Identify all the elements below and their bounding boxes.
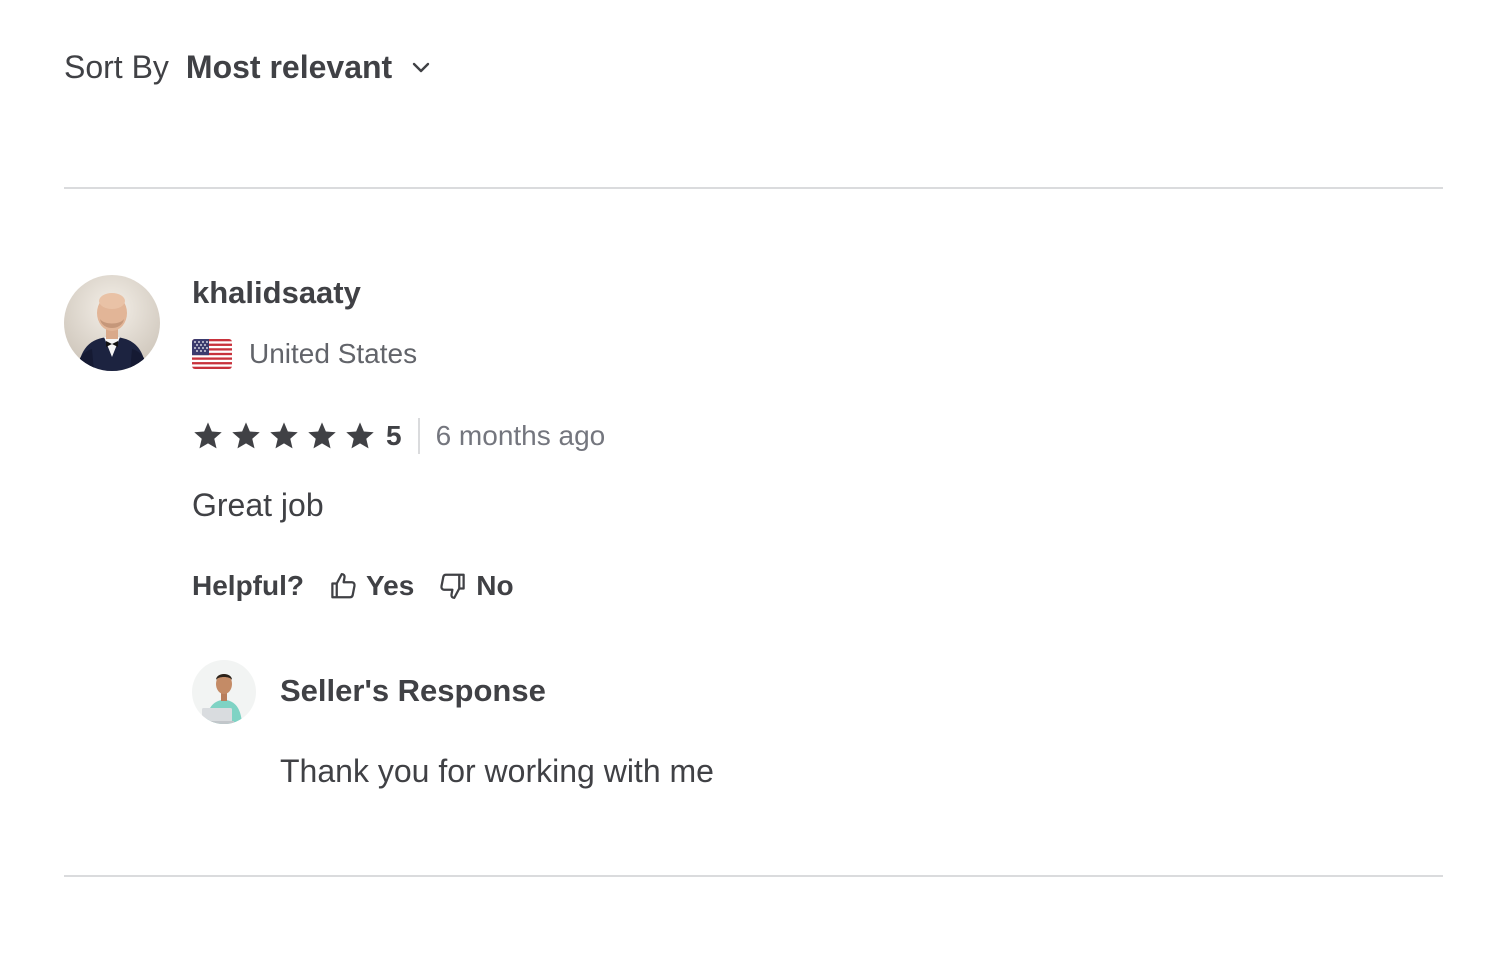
- divider: [64, 187, 1443, 189]
- helpful-no-button[interactable]: No: [438, 570, 514, 602]
- seller-avatar[interactable]: [192, 660, 256, 724]
- sort-label: Sort By: [64, 48, 169, 85]
- star-icon: [232, 422, 260, 449]
- thumbs-up-icon: [331, 573, 356, 599]
- helpful-row: Helpful? Yes No: [192, 566, 514, 606]
- rating-row: 5 6 months ago: [192, 416, 605, 456]
- review-time: 6 months ago: [435, 420, 606, 451]
- reviewer-avatar[interactable]: [64, 275, 160, 371]
- review-text: Great job: [192, 487, 324, 523]
- helpful-label: Helpful?: [192, 570, 304, 601]
- star-icon: [346, 422, 374, 449]
- rating-separator: [417, 418, 420, 454]
- us-flag-icon: [192, 339, 232, 369]
- sort-selected-value[interactable]: Most relevant: [186, 49, 392, 86]
- sort-dropdown[interactable]: Sort By Most relevant: [64, 44, 432, 90]
- star-icon: [194, 422, 222, 449]
- thumbs-down-icon: [440, 573, 466, 599]
- helpful-no-label: No: [476, 570, 514, 601]
- reviewer-country: United States: [192, 334, 417, 374]
- star-icon: [308, 422, 336, 449]
- seller-response-text: Thank you for working with me: [280, 753, 714, 789]
- rating-value: 5: [386, 420, 402, 451]
- helpful-yes-label: Yes: [366, 570, 415, 601]
- country-name: United States: [249, 338, 418, 369]
- star-rating: [192, 420, 376, 452]
- seller-response-title: Seller's Response: [280, 673, 546, 708]
- chevron-down-icon[interactable]: [410, 56, 432, 78]
- helpful-yes-button[interactable]: Yes: [328, 570, 414, 602]
- divider: [64, 875, 1443, 877]
- star-icon: [270, 422, 298, 449]
- reviewer-name[interactable]: khalidsaaty: [192, 272, 361, 314]
